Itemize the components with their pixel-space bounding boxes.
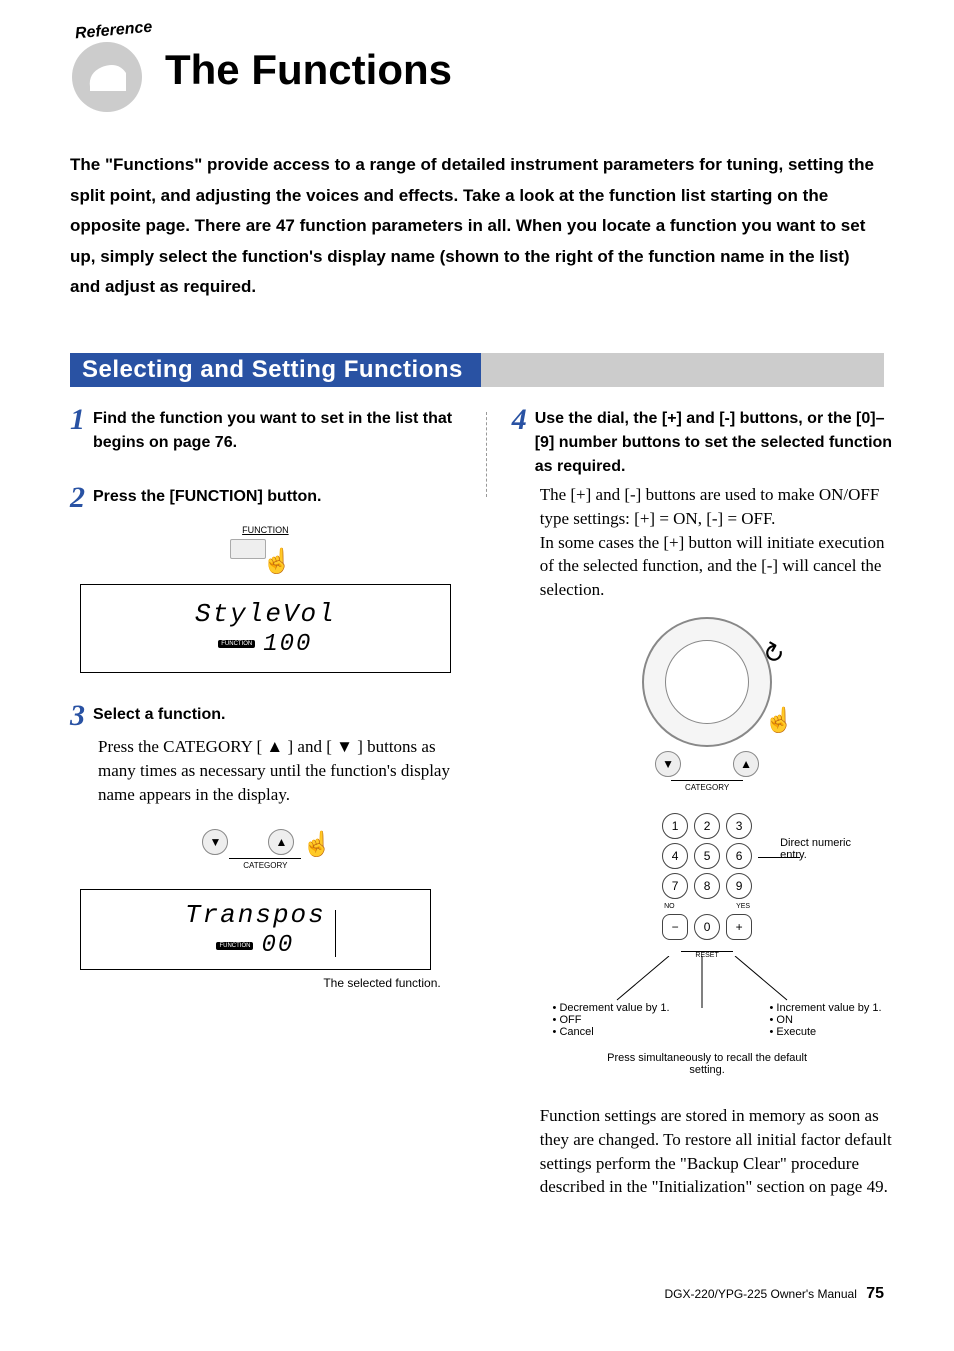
display-caption: The selected function. — [70, 976, 441, 990]
step-number: 3 — [70, 701, 85, 731]
page-title: The Functions — [165, 46, 452, 94]
function-button-icon — [230, 539, 266, 559]
annot-increment: • Increment value by 1. — [770, 1002, 882, 1014]
page-footer: DGX-220/YPG-225 Owner's Manual 75 — [664, 1285, 884, 1303]
dial-illustration: ↻ ☝ — [512, 617, 903, 752]
intro-paragraph: The "Functions" provide access to a rang… — [70, 150, 884, 303]
display-main-text: Transpos — [185, 900, 326, 930]
annot-decrement: • Decrement value by 1. — [553, 1002, 670, 1014]
keypad-1: 1 — [662, 813, 688, 839]
step-body-2: In some cases the [+] button will initia… — [540, 531, 903, 602]
closing-paragraph: Function settings are stored in memory a… — [540, 1104, 903, 1199]
step-2: 2 Press the [FUNCTION] button. FUNCTION … — [70, 485, 461, 673]
piano-icon — [72, 42, 142, 112]
step-number: 4 — [512, 405, 527, 435]
annot-off: • OFF — [553, 1014, 670, 1026]
step-title: Press the [FUNCTION] button. — [93, 485, 321, 509]
hand-pointer-icon: ☝ — [302, 830, 332, 859]
keypad-no-label: NO — [664, 903, 675, 910]
keypad-6: 6 — [726, 843, 752, 869]
column-divider — [486, 412, 487, 497]
keypad-7: 7 — [662, 873, 688, 899]
rotate-arrow-icon: ↻ — [756, 636, 790, 673]
category-down-button: ▼ — [202, 829, 228, 855]
function-label: FUNCTION — [70, 525, 461, 535]
category-label: CATEGORY — [671, 780, 743, 792]
dial-category-buttons: ▼ ▲ CATEGORY — [512, 751, 903, 795]
category-up-button: ▲ — [268, 829, 294, 855]
callout-line — [335, 910, 336, 957]
lcd-display-1: StyleVol FUNCTION 100 — [80, 584, 451, 673]
page-number: 75 — [866, 1285, 884, 1302]
keypad-illustration: 1 2 3 4 5 6 7 8 9 — [512, 809, 903, 1076]
keypad-plus: + — [726, 914, 752, 940]
manual-name: DGX-220/YPG-225 Owner's Manual — [664, 1287, 856, 1301]
category-label: CATEGORY — [229, 858, 301, 870]
category-up-button: ▲ — [733, 751, 759, 777]
step-title: Find the function you want to set in the… — [93, 407, 461, 455]
step-number: 1 — [70, 405, 85, 435]
step-body: Press the CATEGORY [ ▲ ] and [ ▼ ] butto… — [98, 735, 461, 806]
annot-cancel: • Cancel — [553, 1026, 670, 1038]
keypad-yes-label: YES — [736, 903, 750, 910]
annotation-reset: Press simultaneously to recall the defau… — [607, 1052, 807, 1076]
page-header: Reference The Functions — [70, 30, 884, 110]
annotation-columns: • Decrement value by 1. • OFF • Cancel •… — [512, 1002, 903, 1038]
keypad-0: 0 — [694, 914, 720, 940]
hand-pointer-icon: ☝ — [262, 547, 292, 576]
display-tag: FUNCTION — [218, 640, 255, 648]
section-title: Selecting and Setting Functions — [70, 353, 481, 387]
step-number: 2 — [70, 483, 85, 513]
annotation-numeric: Direct numeric entry. — [780, 837, 870, 861]
step-1: 1 Find the function you want to set in t… — [70, 407, 461, 455]
step-title: Select a function. — [93, 703, 225, 727]
step-4: 4 Use the dial, the [+] and [-] buttons,… — [512, 407, 903, 1199]
keypad-minus: − — [662, 914, 688, 940]
display-tag: FUNCTION — [216, 942, 253, 950]
keypad-3: 3 — [726, 813, 752, 839]
annot-on: • ON — [770, 1014, 882, 1026]
display-sub-text: 00 — [261, 932, 294, 959]
keypad-5: 5 — [694, 843, 720, 869]
lcd-display-2: Transpos FUNCTION 00 — [80, 889, 431, 970]
keypad-4: 4 — [662, 843, 688, 869]
category-buttons-illustration: ▼ ▲ ☝ CATEGORY — [70, 824, 461, 873]
annot-execute: • Execute — [770, 1026, 882, 1038]
keypad-2: 2 — [694, 813, 720, 839]
keypad-8: 8 — [694, 873, 720, 899]
reference-label: Reference — [74, 19, 153, 44]
step-body-1: The [+] and [-] buttons are used to make… — [540, 483, 903, 531]
step-3: 3 Select a function. Press the CATEGORY … — [70, 703, 461, 990]
hand-pointer-icon: ☝ — [764, 706, 794, 735]
reference-badge: Reference — [70, 30, 150, 110]
keypad-9: 9 — [726, 873, 752, 899]
display-sub-text: 100 — [263, 631, 312, 658]
function-button-illustration: FUNCTION ☝ — [70, 525, 461, 566]
dial-icon: ↻ ☝ — [642, 617, 772, 747]
section-header-bar: Selecting and Setting Functions — [70, 353, 884, 387]
keypad-reset-label: RESET — [681, 951, 732, 959]
step-title: Use the dial, the [+] and [-] buttons, o… — [535, 407, 903, 479]
category-down-button: ▼ — [655, 751, 681, 777]
display-main-text: StyleVol — [101, 599, 430, 629]
